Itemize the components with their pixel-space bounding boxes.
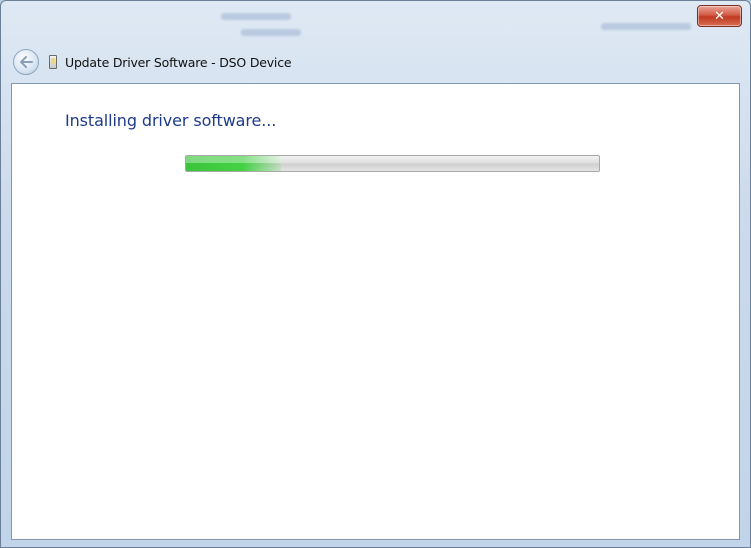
- status-heading: Installing driver software...: [65, 111, 277, 130]
- dialog-window: ✕ Update Driver Software - DSO Device In…: [0, 0, 751, 548]
- install-progress-bar: [185, 155, 600, 172]
- close-button[interactable]: ✕: [697, 5, 742, 27]
- back-arrow-icon: [20, 56, 33, 68]
- dialog-header: Update Driver Software - DSO Device: [11, 45, 740, 79]
- back-button[interactable]: [13, 49, 39, 75]
- close-icon: ✕: [714, 8, 725, 24]
- title-bar[interactable]: ✕: [1, 1, 750, 41]
- window-title: Update Driver Software - DSO Device: [65, 54, 292, 70]
- usb-device-icon: [49, 55, 57, 69]
- progress-fill: [186, 156, 281, 171]
- content-pane: Installing driver software...: [11, 83, 740, 540]
